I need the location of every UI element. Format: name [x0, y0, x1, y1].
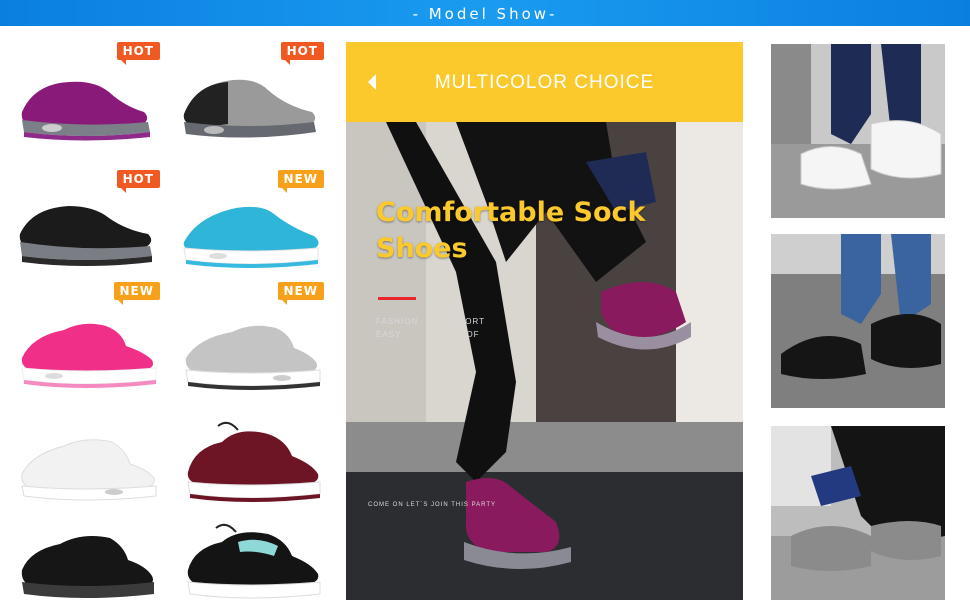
lifestyle-photo: [771, 234, 945, 408]
banner-panel: MULTICOLOR CHOICE Comfortable Sock Shoes…: [346, 42, 743, 600]
product-tile-white[interactable]: [14, 396, 164, 506]
headline-line-2: Shoes: [376, 233, 468, 264]
shoe-image: [21, 81, 150, 141]
product-tile-black-2[interactable]: [14, 500, 164, 600]
product-tile-burgundy[interactable]: [178, 396, 328, 506]
lifestyle-photo: [771, 426, 945, 600]
product-tile-gray[interactable]: HOT: [178, 42, 328, 152]
banner-title: MULTICOLOR CHOICE: [434, 72, 655, 93]
divider: [378, 297, 416, 300]
subtitle-word: EASY: [376, 330, 402, 339]
banner-footer-text: COME ON LET`S JOIN THIS PARTY: [368, 502, 497, 508]
subtitle-line-1: FASHION FORT: [376, 317, 485, 326]
new-badge: NEW: [113, 282, 160, 305]
subtitle-word: FASHION: [376, 317, 419, 326]
banner-header: MULTICOLOR CHOICE: [346, 42, 743, 122]
product-tile-light-gray[interactable]: NEW: [178, 282, 328, 392]
subtitle-line-2: EASY OF: [376, 330, 480, 339]
shoe-image: [19, 206, 152, 266]
headline-line-1: Comfortable Sock: [376, 197, 646, 228]
title-bar: - Model Show-: [0, 0, 970, 26]
page-title: - Model Show-: [412, 5, 558, 23]
new-badge: NEW: [277, 170, 324, 193]
shoe-image: [187, 421, 321, 502]
shoe-image: [187, 523, 321, 599]
photo-black-shoes: [771, 234, 945, 408]
product-tile-black-mint[interactable]: [178, 500, 328, 600]
subtitle-word: FORT: [459, 317, 485, 326]
shoe-image: [21, 439, 157, 501]
headline: Comfortable Sock Shoes: [376, 195, 646, 267]
lifestyle-photo: [771, 44, 945, 218]
hot-badge: HOT: [116, 42, 160, 65]
hot-badge: HOT: [280, 42, 324, 65]
product-tile-purple[interactable]: HOT: [14, 42, 164, 152]
shoe-image: [183, 79, 316, 138]
shoe-image: [183, 206, 319, 268]
photo-gray-shoes: [771, 426, 945, 600]
shoe-image: [185, 325, 321, 390]
model-photo: [346, 122, 743, 600]
product-tile-pink[interactable]: NEW: [14, 282, 164, 392]
subtitle-word: OF: [466, 330, 480, 339]
hot-badge: HOT: [116, 170, 160, 193]
product-tile-blue[interactable]: NEW: [178, 170, 328, 280]
new-badge: NEW: [277, 282, 324, 305]
product-tile-black[interactable]: HOT: [14, 170, 164, 280]
shoe-image: [21, 536, 154, 598]
photo-white-shoes: [771, 44, 945, 218]
shoe-image: [21, 323, 157, 388]
